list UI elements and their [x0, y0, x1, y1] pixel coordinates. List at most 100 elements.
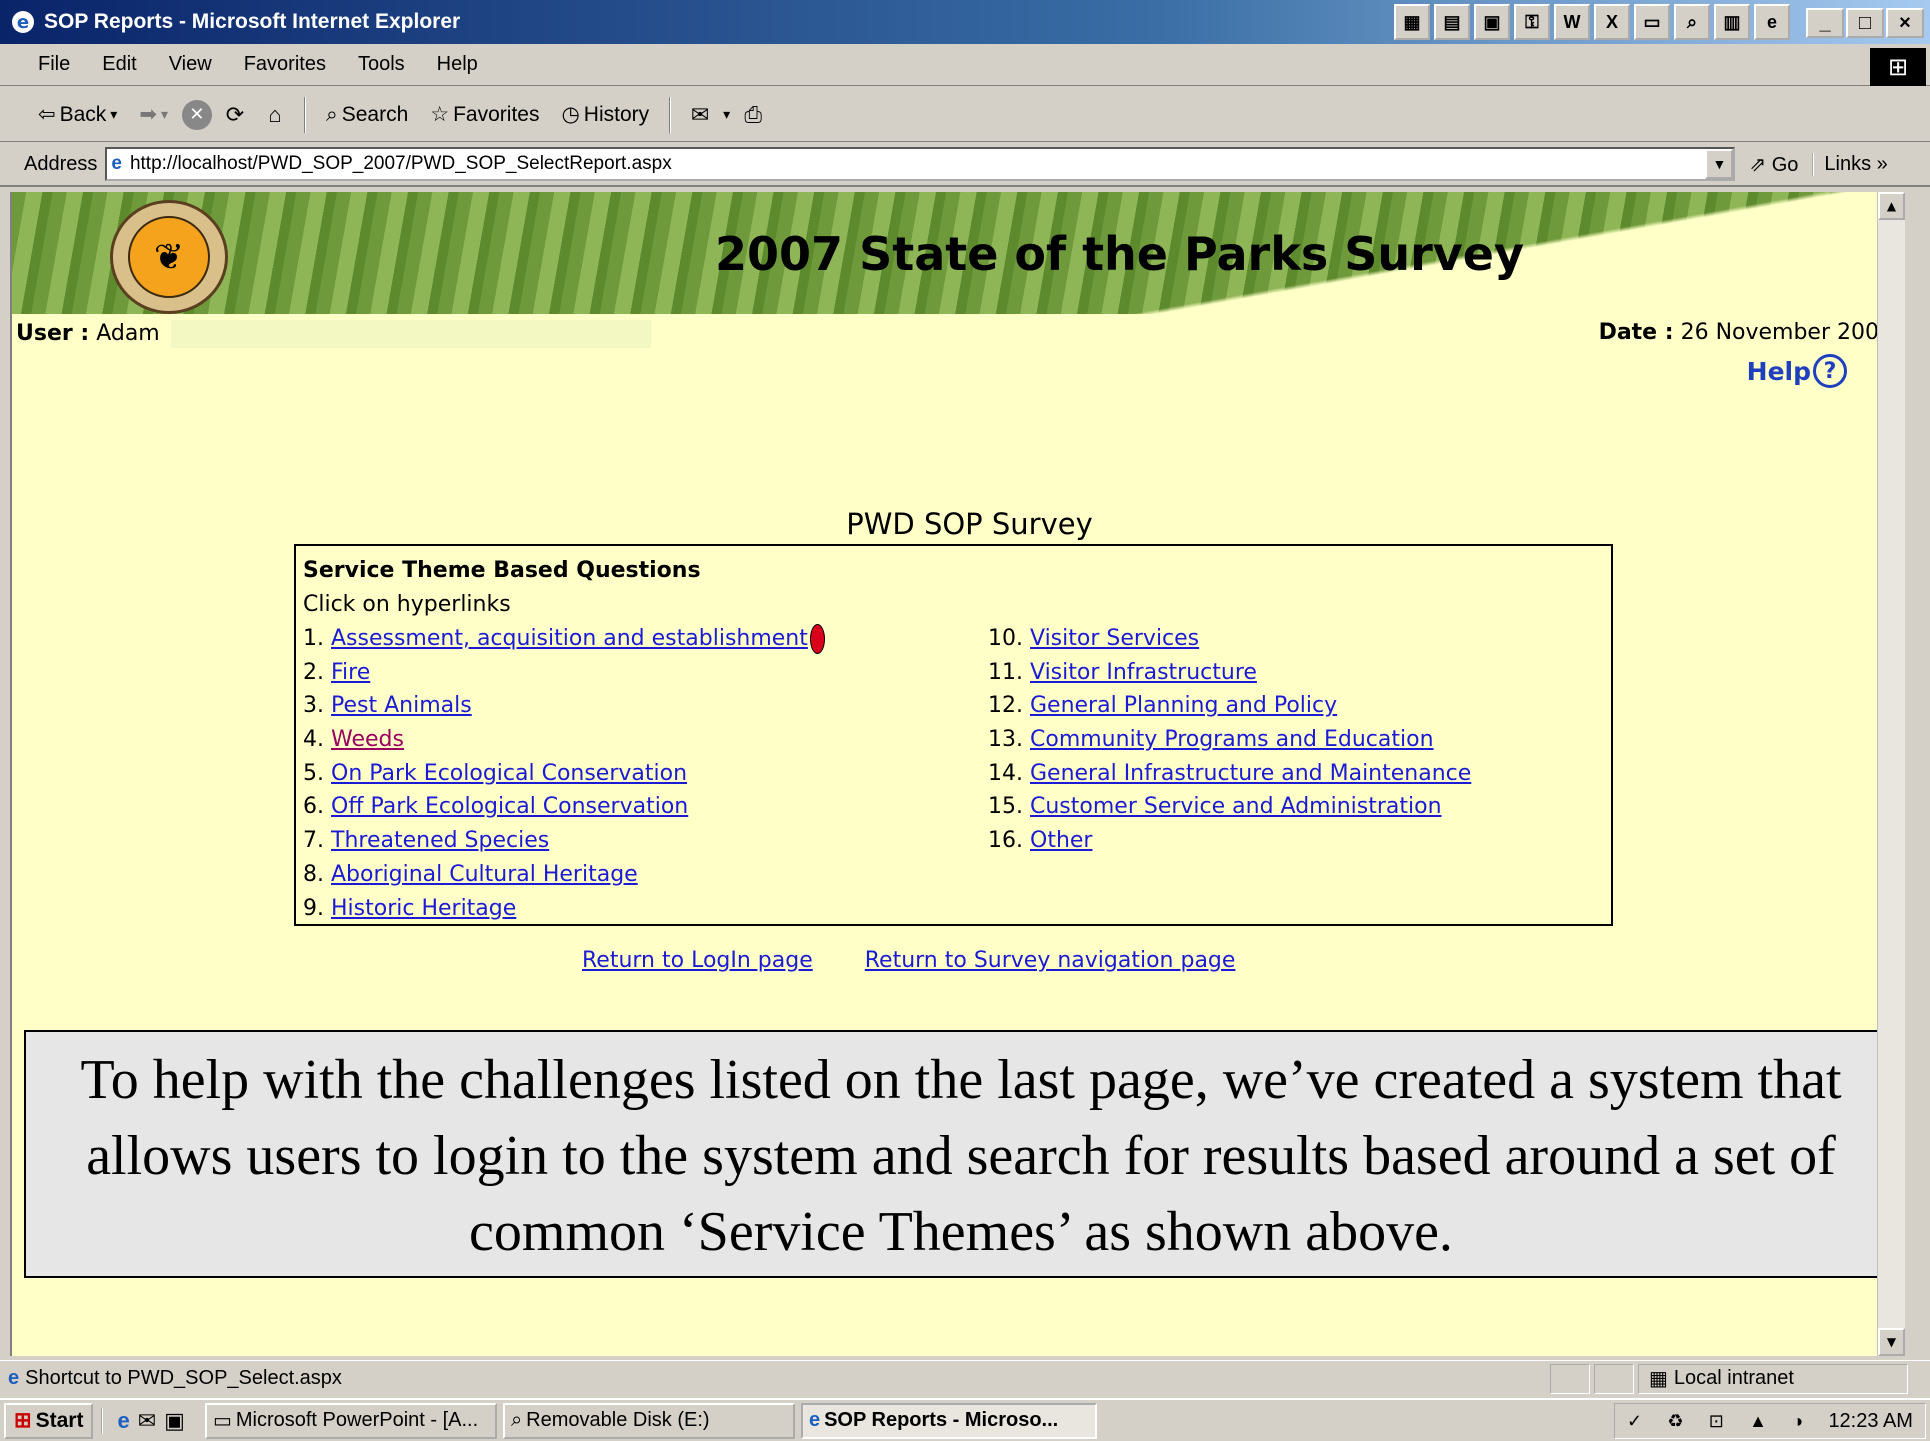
forward-button[interactable]: ➡ ▾ [131, 102, 176, 127]
refresh-icon[interactable]: ⟳ [218, 98, 252, 132]
forward-arrow-icon: ➡ [139, 103, 157, 126]
theme-link[interactable]: Threatened Species [331, 828, 549, 853]
shortcut-icon[interactable]: ▭ [1634, 4, 1670, 40]
item-number: 7. [303, 828, 324, 854]
ati-icon[interactable]: ▲ [1749, 1411, 1767, 1432]
address-dropdown-button[interactable]: ▼ [1705, 149, 1734, 179]
theme-link[interactable]: Off Park Ecological Conservation [331, 794, 688, 819]
theme-link[interactable]: Assessment, acquisition and establishmen… [331, 626, 808, 651]
ie-icon[interactable]: e [1754, 4, 1790, 40]
theme-link[interactable]: Pest Animals [331, 693, 472, 718]
network-icon[interactable]: ⊡ [1709, 1411, 1724, 1432]
date-value: 26 November 2008 [1680, 320, 1893, 345]
task-removable-disk[interactable]: ⌕ Removable Disk (E:) [502, 1402, 795, 1439]
item-number: 16. [988, 828, 1023, 854]
clock[interactable]: 12:23 AM [1828, 1410, 1913, 1433]
theme-link[interactable]: Customer Service and Administration [1030, 794, 1442, 819]
date-label: Date : [1598, 320, 1674, 345]
start-button[interactable]: ⊞ Start [4, 1402, 94, 1439]
system-tray: ✓ ♻ ⊡ ▲ ◑ 12:23 AM [1614, 1403, 1926, 1439]
help-link[interactable]: Help ? [1747, 354, 1847, 388]
list-item: 12. General Planning and Policy [988, 689, 1471, 723]
back-label: Back [59, 102, 107, 126]
desktop-icon[interactable]: ▣ [164, 1408, 185, 1434]
theme-link[interactable]: Visitor Services [1030, 626, 1199, 651]
theme-link[interactable]: Visitor Infrastructure [1030, 660, 1257, 685]
history-button[interactable]: ◷ History [553, 102, 657, 127]
tray-icon[interactable]: ♻ [1667, 1411, 1683, 1432]
menu-view[interactable]: View [153, 53, 228, 76]
scroll-down-button[interactable]: ▼ [1878, 1328, 1905, 1356]
list-item: 10. Visitor Services [988, 622, 1471, 656]
return-login-link[interactable]: Return to LogIn page [582, 948, 813, 973]
vertical-scrollbar[interactable]: ▲ ▼ [1877, 192, 1905, 1356]
menu-favorites[interactable]: Favorites [228, 53, 342, 76]
shortcut-icon[interactable]: ▣ [1474, 4, 1510, 40]
item-number: 8. [303, 861, 324, 887]
powerpoint-icon: ▭ [212, 1410, 232, 1432]
menu-help[interactable]: Help [421, 53, 494, 76]
status-bar: e Shortcut to PWD_SOP_Select.aspx ▦ Loca… [0, 1360, 1930, 1396]
theme-link[interactable]: Aboriginal Cultural Heritage [331, 862, 638, 887]
status-text: Shortcut to PWD_SOP_Select.aspx [25, 1367, 342, 1389]
menu-tools[interactable]: Tools [342, 53, 421, 76]
theme-link[interactable]: On Park Ecological Conservation [331, 761, 687, 786]
status-panel [1594, 1363, 1634, 1394]
word-icon[interactable]: W [1554, 4, 1590, 40]
close-button[interactable]: × [1886, 8, 1924, 38]
excel-icon[interactable]: X [1594, 4, 1630, 40]
ie-icon: e [808, 1409, 821, 1431]
back-button[interactable]: ⇦ Back ▾ [30, 102, 125, 127]
return-links: Return to LogIn page Return to Survey na… [582, 948, 1235, 973]
help-label: Help [1746, 356, 1811, 386]
chevron-down-icon[interactable]: ▾ [723, 106, 730, 123]
favorites-button[interactable]: ☆ Favorites [422, 102, 547, 127]
ie-icon[interactable]: e [117, 1408, 129, 1434]
print-icon[interactable]: ⎙ [736, 98, 770, 132]
task-powerpoint[interactable]: ▭ Microsoft PowerPoint - [A... [204, 1402, 497, 1439]
address-url[interactable]: http://localhost/PWD_SOP_2007/PWD_SOP_Se… [130, 153, 672, 175]
history-icon: ◷ [561, 103, 580, 126]
theme-link[interactable]: Other [1030, 828, 1092, 853]
intranet-icon: ▦ [1649, 1368, 1668, 1390]
key-icon[interactable]: ⚿ [1514, 4, 1550, 40]
scroll-up-button[interactable]: ▲ [1878, 192, 1905, 220]
volume-icon[interactable]: ◑ [1792, 1411, 1803, 1432]
theme-link[interactable]: Historic Heritage [331, 896, 516, 921]
tray-icon[interactable]: ✓ [1627, 1411, 1642, 1432]
box-heading: Service Theme Based Questions [303, 558, 701, 583]
windows-taskbar: ⊞ Start e ✉ ▣ ▭ Microsoft PowerPoint - [… [0, 1398, 1930, 1441]
shortcut-icon[interactable]: ▤ [1434, 4, 1470, 40]
search-button[interactable]: ⌕ Search [318, 103, 416, 127]
go-button[interactable]: ⇗ Go [1735, 152, 1812, 177]
theme-link[interactable]: Weeds [331, 727, 404, 752]
calculator-icon[interactable]: ▥ [1714, 4, 1750, 40]
minimize-button[interactable]: _ [1806, 8, 1844, 38]
theme-link[interactable]: General Planning and Policy [1030, 693, 1337, 718]
outlook-icon[interactable]: ✉ [138, 1408, 156, 1434]
return-navigation-link[interactable]: Return to Survey navigation page [865, 948, 1236, 973]
theme-link[interactable]: Community Programs and Education [1030, 727, 1434, 752]
list-item: 3. Pest Animals [303, 689, 825, 723]
chevron-down-icon[interactable]: ▾ [161, 106, 168, 123]
home-icon[interactable]: ⌂ [258, 98, 292, 132]
favorites-label: Favorites [453, 102, 540, 126]
menu-edit[interactable]: Edit [86, 53, 152, 76]
menu-file[interactable]: File [22, 53, 86, 76]
theme-link[interactable]: Fire [331, 660, 370, 685]
shortcut-icon[interactable]: ▦ [1394, 4, 1430, 40]
stop-icon[interactable]: ✕ [181, 99, 212, 130]
chevron-down-icon[interactable]: ▾ [110, 106, 117, 123]
mail-icon[interactable]: ✉ [683, 98, 717, 132]
list-item: 1. Assessment, acquisition and establish… [303, 622, 825, 656]
links-button[interactable]: Links » [1812, 152, 1888, 176]
maximize-button[interactable]: □ [1846, 8, 1884, 38]
task-sop-reports[interactable]: e SOP Reports - Microso... [800, 1402, 1097, 1439]
list-item: 6. Off Park Ecological Conservation [303, 790, 825, 824]
theme-link[interactable]: General Infrastructure and Maintenance [1030, 761, 1471, 786]
window-title-bar[interactable]: e SOP Reports - Microsoft Internet Explo… [0, 0, 1930, 44]
search-icon[interactable]: ⌕ [1674, 4, 1710, 40]
question-icon[interactable]: ? [1813, 354, 1847, 388]
item-number: 15. [988, 794, 1023, 820]
address-input[interactable]: e http://localhost/PWD_SOP_2007/PWD_SOP_… [105, 147, 1736, 181]
